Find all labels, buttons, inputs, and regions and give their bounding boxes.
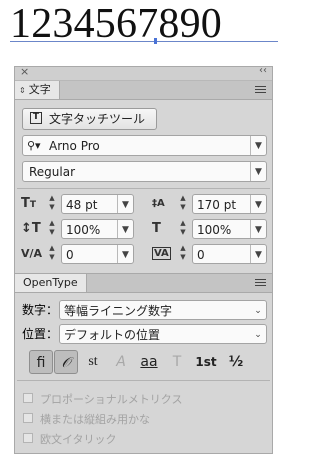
- leading-field[interactable]: 170 pt ▼: [192, 194, 267, 214]
- chevron-down-icon[interactable]: ▼: [250, 162, 266, 181]
- kana-checkbox[interactable]: [23, 413, 33, 423]
- chevron-down-icon[interactable]: ▼: [117, 220, 133, 238]
- chevron-down-icon[interactable]: ▼: [117, 195, 133, 213]
- glyph-fraction[interactable]: ½: [223, 350, 249, 374]
- vertical-scale-value: 100%: [66, 223, 101, 237]
- vertical-scale-stepper[interactable]: ▲ ▼: [46, 219, 58, 239]
- tab-character-label: 文字: [28, 83, 51, 96]
- figure-label: 数字：: [22, 303, 59, 317]
- tracking-value: 0: [197, 248, 205, 262]
- kerning-field[interactable]: 0 ▼: [61, 244, 134, 264]
- horizontal-scale-stepper[interactable]: ▲ ▼: [177, 219, 189, 239]
- kerning-stepper[interactable]: ▲ ▼: [46, 244, 58, 264]
- figure-select[interactable]: 等幅ライニング数字 ⌄: [59, 300, 267, 320]
- tracking-icon: VA: [152, 247, 171, 260]
- baseline-marker: [10, 41, 278, 42]
- leading-stepper[interactable]: ▲ ▼: [177, 194, 189, 214]
- leading-value: 170 pt: [197, 198, 237, 212]
- roman-italic-label: 欧文イタリック: [40, 433, 117, 446]
- glyph-discretionary[interactable]: 𝒪: [54, 350, 78, 374]
- glyph-swash[interactable]: st: [81, 350, 105, 374]
- collapse-icon[interactable]: ‹‹: [259, 65, 267, 76]
- divider: [17, 380, 270, 381]
- vertical-scale-field[interactable]: 100% ▼: [61, 219, 134, 239]
- proportional-metrics-checkbox[interactable]: [23, 393, 33, 403]
- kerning-icon: V/A: [21, 247, 43, 260]
- close-icon[interactable]: ×: [20, 65, 29, 78]
- roman-italic-checkbox[interactable]: [23, 433, 33, 443]
- font-style-select[interactable]: Regular ▼: [22, 161, 267, 182]
- chevron-down-icon[interactable]: ▼: [117, 245, 133, 263]
- search-icon: ⚲▾: [27, 139, 41, 152]
- opentype-tab-row: OpenType: [15, 273, 272, 293]
- sample-text[interactable]: 1234567890: [10, 3, 222, 45]
- font-size-stepper[interactable]: ▲ ▼: [46, 194, 58, 214]
- opentype-glyph-buttons: ﬁ 𝒪 st A aa T 1st ½: [29, 350, 261, 374]
- tracking-stepper[interactable]: ▲ ▼: [177, 244, 189, 264]
- glyph-ordinal[interactable]: 1st: [192, 350, 220, 374]
- font-size-field[interactable]: 48 pt ▼: [61, 194, 134, 214]
- horizontal-scale-field[interactable]: 100% ▼: [192, 219, 267, 239]
- touch-type-tool-button[interactable]: T 文字タッチツール: [22, 108, 157, 130]
- menu-icon[interactable]: [255, 279, 266, 287]
- glyph-ligature[interactable]: ﬁ: [29, 350, 53, 374]
- font-size-value: 48 pt: [66, 198, 98, 212]
- tab-toggle-icon: ⇕: [19, 86, 26, 95]
- character-panel: × ‹‹ ⇕ 文字 T 文字タッチツール ⚲▾ Arno Pro ▼ Regula…: [14, 65, 273, 454]
- glyph-stylistic: T: [172, 354, 182, 370]
- chevron-down-icon[interactable]: ⌄: [250, 325, 266, 343]
- menu-icon[interactable]: [255, 86, 266, 94]
- position-label: 位置：: [22, 327, 59, 341]
- font-family-value: Arno Pro: [49, 139, 100, 153]
- font-family-select[interactable]: ⚲▾ Arno Pro ▼: [22, 135, 267, 156]
- panel-tab-row: ⇕ 文字: [15, 81, 272, 100]
- chevron-down-icon[interactable]: ▼: [250, 136, 266, 155]
- leading-icon: ‡A: [152, 198, 165, 209]
- tracking-field[interactable]: 0 ▼: [192, 244, 267, 264]
- glyph-titling: A: [116, 354, 126, 370]
- position-select[interactable]: デフォルトの位置 ⌄: [59, 324, 267, 344]
- touch-tool-label: 文字タッチツール: [49, 112, 146, 126]
- chevron-down-icon[interactable]: ⌄: [250, 301, 266, 319]
- font-size-icon: TT: [21, 196, 37, 211]
- chevron-down-icon[interactable]: ▼: [250, 245, 266, 263]
- font-style-value: Regular: [29, 165, 76, 179]
- tab-opentype[interactable]: OpenType: [15, 274, 87, 292]
- position-value: デフォルトの位置: [64, 328, 161, 342]
- chevron-down-icon[interactable]: ▼: [250, 195, 266, 213]
- touch-type-icon: T: [30, 112, 42, 124]
- glyph-contextual[interactable]: aa: [136, 350, 162, 374]
- horizontal-scale-icon: T: [152, 221, 161, 236]
- tab-character[interactable]: ⇕ 文字: [15, 81, 60, 99]
- text-caret: [154, 38, 157, 44]
- horizontal-scale-value: 100%: [197, 223, 232, 237]
- sample-text-area[interactable]: 1234567890: [10, 0, 285, 52]
- proportional-metrics-label: プロポーショナルメトリクス: [40, 393, 183, 406]
- divider: [17, 188, 270, 189]
- kerning-value: 0: [66, 248, 74, 262]
- chevron-down-icon[interactable]: ▼: [250, 220, 266, 238]
- vertical-scale-icon: ↕T: [21, 221, 41, 236]
- kana-label: 横または縦組み用かな: [40, 413, 150, 426]
- panel-titlebar: × ‹‹: [15, 65, 272, 81]
- figure-value: 等幅ライニング数字: [64, 304, 173, 318]
